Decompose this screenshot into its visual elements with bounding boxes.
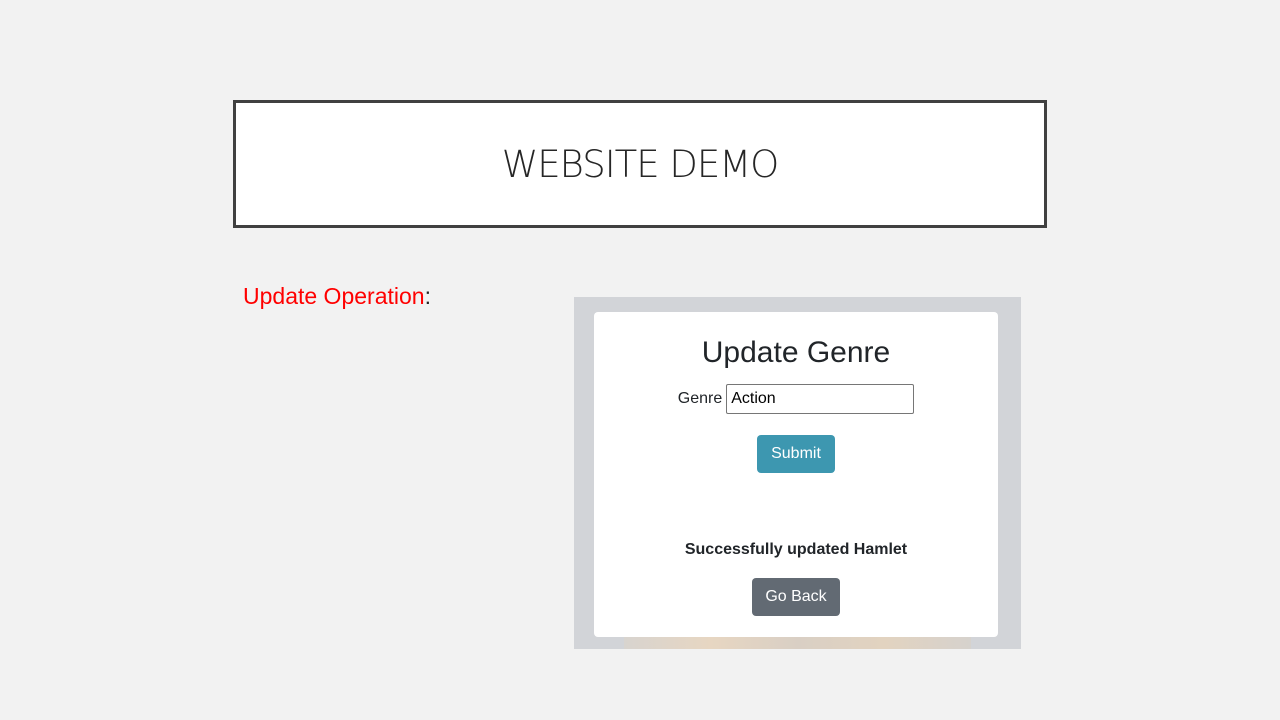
- slide-title: WEBSITE DEMO: [501, 142, 780, 186]
- section-label: Update Operation:: [243, 283, 431, 310]
- section-label-colon: :: [424, 283, 431, 309]
- genre-input[interactable]: [726, 384, 915, 414]
- update-card: Update Genre Genre Submit Successfully u…: [594, 312, 998, 637]
- section-label-text: Update Operation: [243, 283, 425, 309]
- submit-button[interactable]: Submit: [757, 435, 835, 473]
- page-heading: Update Genre: [701, 336, 891, 369]
- website-screenshot: Update Genre Genre Submit Successfully u…: [574, 297, 1021, 649]
- background-image-strip: [624, 635, 971, 649]
- genre-row: Genre: [594, 384, 998, 414]
- go-back-button[interactable]: Go Back: [752, 578, 840, 616]
- success-message: Successfully updated Hamlet: [684, 541, 908, 558]
- slide-title-box: WEBSITE DEMO: [233, 100, 1047, 228]
- genre-label: Genre: [677, 390, 723, 407]
